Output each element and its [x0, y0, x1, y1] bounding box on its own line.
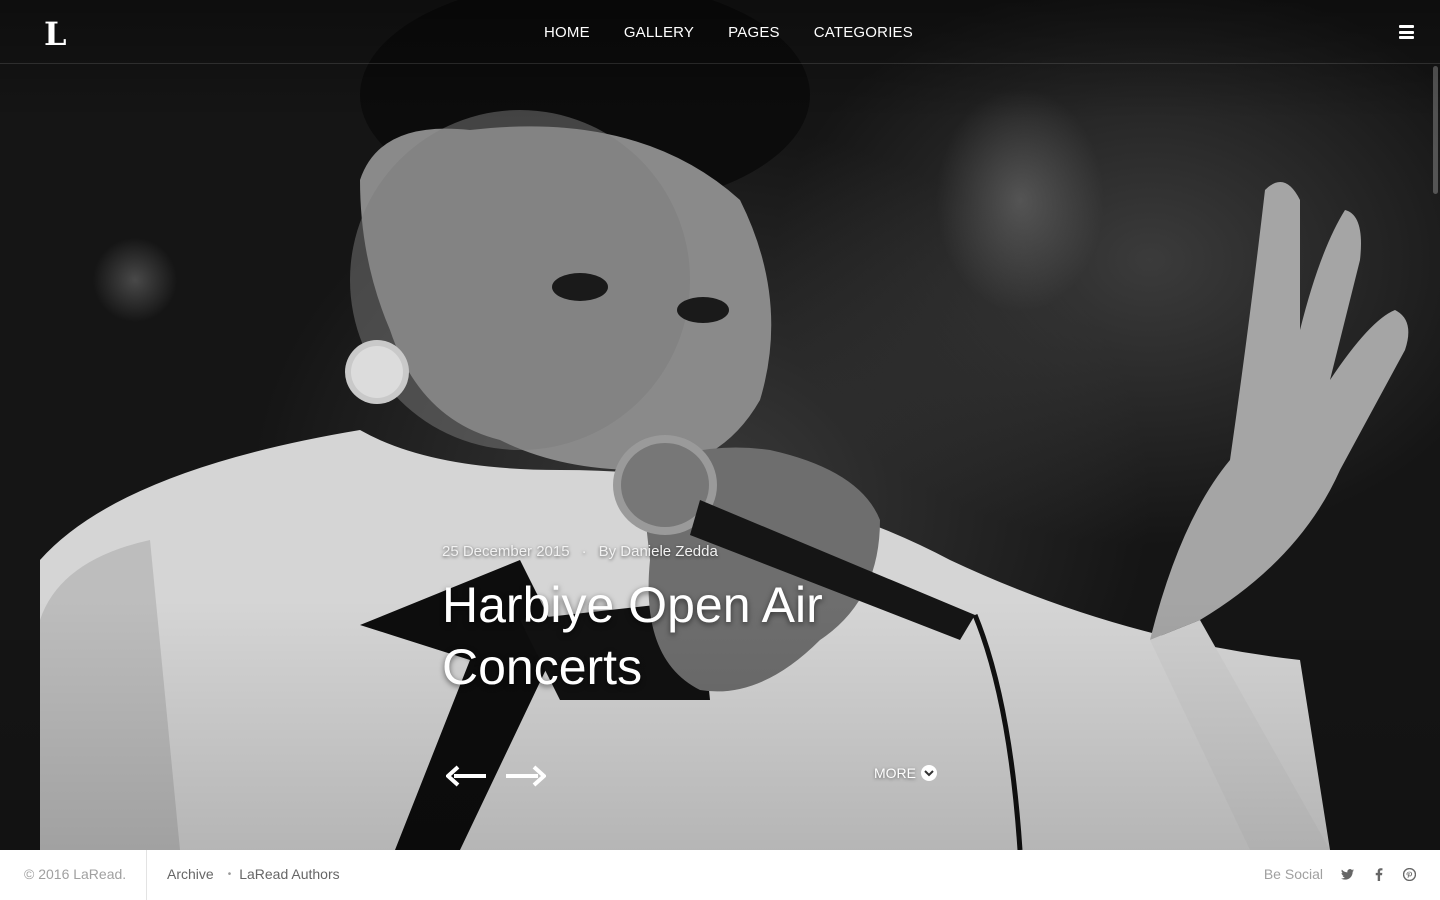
arrow-left-icon[interactable] — [446, 765, 488, 787]
main-nav: HOME GALLERY PAGES CATEGORIES — [544, 22, 913, 44]
scrollbar-thumb[interactable] — [1433, 66, 1438, 194]
footer-links: Archive • LaRead Authors — [167, 866, 340, 882]
post-meta: 25 December 2015 · By Daniele Zedda — [442, 543, 718, 560]
meta-separator: · — [581, 543, 587, 560]
post-title[interactable]: Harbiye Open Air Concerts — [442, 574, 962, 698]
footer-link-archive[interactable]: Archive — [167, 866, 214, 882]
nav-item-gallery[interactable]: GALLERY — [624, 22, 694, 44]
copyright-text: © 2016 LaRead. — [24, 866, 127, 882]
post-date: 25 December 2015 — [442, 543, 570, 560]
hamburger-icon[interactable] — [1399, 25, 1414, 39]
pinterest-icon[interactable] — [1403, 867, 1416, 881]
footer-link-authors[interactable]: LaRead Authors — [239, 866, 339, 882]
hero-background — [0, 0, 1440, 850]
footer-divider — [146, 850, 147, 900]
arrow-right-icon[interactable] — [504, 765, 546, 787]
post-author[interactable]: By Daniele Zedda — [599, 543, 718, 560]
be-social-label: Be Social — [1263, 866, 1323, 882]
nav-item-home[interactable]: HOME — [544, 22, 590, 44]
footer-link-separator: • — [227, 868, 232, 880]
facebook-icon[interactable] — [1372, 867, 1385, 881]
slider-controls — [446, 765, 546, 787]
top-navigation-bar: L HOME GALLERY PAGES CATEGORIES — [0, 0, 1440, 64]
site-footer: © 2016 LaRead. Archive • LaRead Authors … — [0, 850, 1440, 900]
more-label: MORE — [874, 765, 916, 781]
nav-item-pages[interactable]: PAGES — [728, 22, 780, 44]
site-logo[interactable]: L — [44, 14, 67, 54]
more-button[interactable]: MORE — [874, 765, 937, 781]
nav-item-categories[interactable]: CATEGORIES — [814, 22, 913, 44]
twitter-icon[interactable] — [1341, 868, 1354, 881]
social-links: Be Social — [1264, 866, 1416, 882]
chevron-down-circle-icon — [921, 765, 937, 781]
